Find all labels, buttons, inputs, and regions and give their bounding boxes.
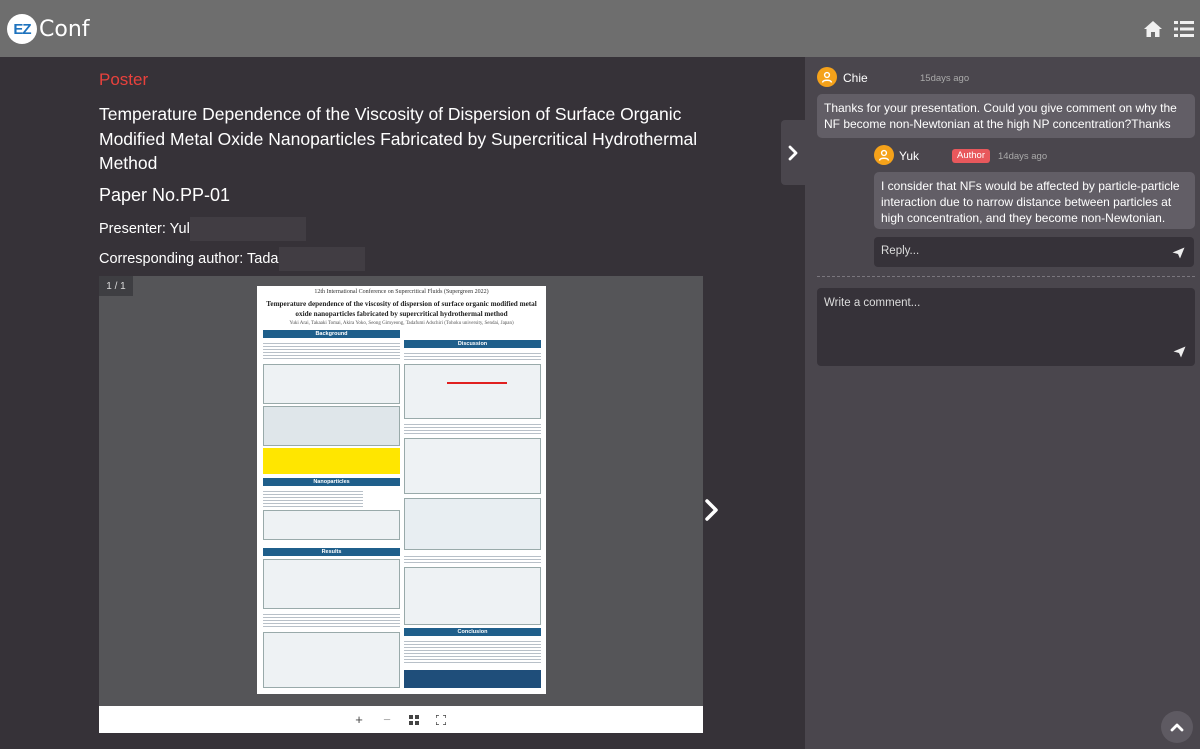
poster-annotation xyxy=(447,382,507,384)
poster-section-results: Results xyxy=(263,548,400,556)
send-icon[interactable] xyxy=(1172,247,1185,259)
grid-view-button[interactable] xyxy=(406,706,422,733)
poster-figure xyxy=(263,632,400,688)
author-badge: Author xyxy=(952,149,990,163)
logo-badge: EZ xyxy=(7,14,37,44)
redacted-block xyxy=(278,247,365,271)
avatar xyxy=(817,67,837,87)
poster-figure xyxy=(263,559,400,609)
home-icon[interactable] xyxy=(1143,20,1163,38)
comment-bubble: Thanks for your presentation. Could you … xyxy=(817,94,1195,138)
reply-input[interactable]: Reply... xyxy=(874,237,1194,267)
reply-placeholder: Reply... xyxy=(881,245,920,257)
redacted-block xyxy=(189,217,306,241)
poster-text-block xyxy=(404,554,541,564)
poster-text-block xyxy=(263,612,400,628)
list-menu-icon[interactable] xyxy=(1174,20,1194,38)
scroll-to-top-button[interactable] xyxy=(1161,711,1193,743)
poster-acknowledgement xyxy=(404,670,541,688)
poster-figure xyxy=(404,364,541,419)
collapse-panel-button[interactable] xyxy=(781,120,805,185)
poster-conference: 12th International Conference on Supercr… xyxy=(314,289,489,295)
send-icon[interactable] xyxy=(1173,346,1186,358)
ezconf-logo[interactable]: EZ Conf xyxy=(7,14,90,44)
fullscreen-icon xyxy=(436,714,446,725)
poster-text-block xyxy=(404,639,541,665)
zoom-out-button[interactable]: − xyxy=(379,706,395,733)
poster-highlight-box xyxy=(263,448,400,474)
grid-icon xyxy=(409,714,419,725)
corresponding-author-text: Corresponding author: Tada xyxy=(99,251,279,267)
paper-number: Paper No.PP-01 xyxy=(99,185,231,205)
poster-page[interactable]: 12th International Conference on Supercr… xyxy=(257,286,546,694)
zoom-in-button[interactable]: + xyxy=(351,706,367,733)
poster-section-nanoparticles: Nanoparticles xyxy=(263,478,400,486)
chevron-right-icon xyxy=(788,145,798,160)
user-icon xyxy=(821,71,833,83)
next-page-arrow-icon[interactable] xyxy=(703,498,721,522)
poster-figure xyxy=(404,498,541,550)
poster-figure xyxy=(404,567,541,625)
corresponding-author-line: Corresponding author: Tada xyxy=(99,247,365,271)
presenter-text: Presenter: Yul xyxy=(99,221,190,237)
section-label: Poster xyxy=(99,70,149,89)
poster-figure xyxy=(263,406,400,446)
poster-text-block xyxy=(404,422,541,434)
viewer-toolbar: + − xyxy=(99,706,703,733)
poster-section-conclusion: Conclusion xyxy=(404,628,541,636)
poster-authors: Yuki Arai, Takaaki Tomai, Akira Yoko, Se… xyxy=(289,321,514,326)
divider xyxy=(817,276,1195,277)
poster-figure xyxy=(263,510,400,540)
paper-title: Temperature Dependence of the Viscosity … xyxy=(99,104,698,173)
reply-time: 14days ago xyxy=(998,151,1048,162)
poster-viewer[interactable]: 1 / 1 12th International Conference on S… xyxy=(99,276,703,706)
poster-section-discussion: Discussion xyxy=(404,340,541,348)
page-count: 1 / 1 xyxy=(99,276,133,296)
poster-section-background: Background xyxy=(263,330,400,338)
reply-bubble: I consider that NFs would be affected by… xyxy=(874,172,1195,229)
reply-author-name: Yuk xyxy=(899,149,920,163)
poster-text-block xyxy=(263,489,363,507)
poster-text-block xyxy=(404,351,541,361)
poster-figure xyxy=(404,438,541,494)
presenter-line: Presenter: Yul xyxy=(99,217,306,241)
comment-input[interactable]: Write a comment... xyxy=(817,288,1195,366)
chevron-up-icon xyxy=(1170,723,1184,732)
poster-text-block xyxy=(263,341,400,361)
poster-figure xyxy=(263,364,400,404)
poster-title: Temperature dependence of the viscosity … xyxy=(266,300,537,318)
comment-time: 15days ago xyxy=(920,73,970,84)
user-icon xyxy=(878,149,890,161)
logo-text: Conf xyxy=(39,16,90,42)
commenter-name: Chie xyxy=(843,71,868,85)
top-header: EZ Conf xyxy=(0,0,1200,57)
fullscreen-button[interactable] xyxy=(433,706,449,733)
avatar xyxy=(874,145,894,165)
comment-placeholder: Write a comment... xyxy=(824,297,921,309)
